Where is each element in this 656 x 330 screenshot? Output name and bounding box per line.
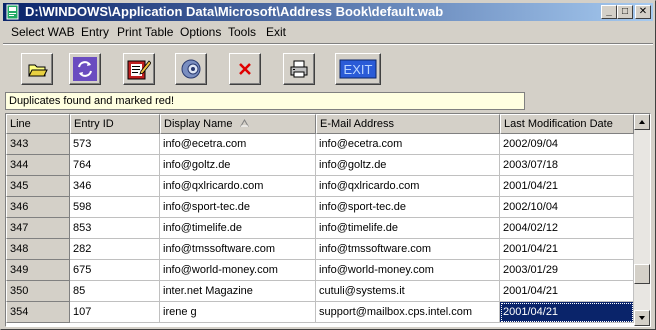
cell-entry-id[interactable]: 853: [70, 218, 160, 239]
cell-entry-id[interactable]: 107: [70, 302, 160, 323]
toolbar-separator: [3, 43, 653, 45]
cell-email[interactable]: info@timelife.de: [316, 218, 500, 239]
cell-line[interactable]: 347: [6, 218, 70, 239]
title-bar[interactable]: D:\WINDOWS\Application Data\Microsoft\Ad…: [3, 3, 653, 21]
delete-icon: [239, 63, 251, 75]
cell-display-name[interactable]: info@tmssoftware.com: [160, 239, 316, 260]
cell-email[interactable]: cutuli@systems.it: [316, 281, 500, 302]
close-button[interactable]: ✕: [635, 5, 651, 19]
cell-display-name[interactable]: inter.net Magazine: [160, 281, 316, 302]
cell-entry-id[interactable]: 573: [70, 134, 160, 155]
cell-last-modified[interactable]: 2001/04/21: [500, 302, 634, 323]
vertical-scrollbar[interactable]: [634, 114, 650, 326]
cell-line[interactable]: 349: [6, 260, 70, 281]
cell-line[interactable]: 354: [6, 302, 70, 323]
menu-tools[interactable]: Tools: [228, 25, 256, 40]
cell-email[interactable]: support@mailbox.cps.intel.com: [316, 302, 500, 323]
cell-email[interactable]: info@sport-tec.de: [316, 197, 500, 218]
exit-button-label: EXIT: [344, 62, 373, 77]
cell-display-name[interactable]: info@world-money.com: [160, 260, 316, 281]
cell-last-modified[interactable]: 2001/04/21: [500, 176, 634, 197]
column-header-email[interactable]: E-Mail Address: [316, 114, 500, 134]
cell-last-modified[interactable]: 2004/02/12: [500, 218, 634, 239]
cell-display-name[interactable]: info@timelife.de: [160, 218, 316, 239]
cell-last-modified[interactable]: 2003/01/29: [500, 260, 634, 281]
open-folder-icon: [28, 64, 48, 77]
scroll-up-button[interactable]: [634, 114, 650, 130]
cell-email[interactable]: info@world-money.com: [316, 260, 500, 281]
minimize-button[interactable]: _: [601, 5, 617, 19]
address-book-icon: [6, 4, 19, 20]
cell-last-modified[interactable]: 2003/07/18: [500, 155, 634, 176]
display-name-header-label: Display Name: [164, 118, 233, 130]
menu-print-table[interactable]: Print Table: [117, 25, 173, 40]
cell-entry-id[interactable]: 282: [70, 239, 160, 260]
menu-options[interactable]: Options: [180, 25, 221, 40]
cell-line[interactable]: 346: [6, 197, 70, 218]
search-icon: [181, 59, 201, 79]
cell-display-name[interactable]: info@ecetra.com: [160, 134, 316, 155]
scroll-thumb[interactable]: [634, 264, 650, 284]
arrow-up-icon: [639, 120, 645, 124]
main-window: D:\WINDOWS\Application Data\Microsoft\Ad…: [0, 0, 656, 330]
cell-display-name[interactable]: irene g: [160, 302, 316, 323]
arrow-down-icon: [639, 316, 645, 320]
address-table[interactable]: Line Entry ID Display Name E-Mail Addres…: [5, 113, 651, 327]
cell-display-name[interactable]: info@qxlricardo.com: [160, 176, 316, 197]
exit-button[interactable]: EXIT: [335, 53, 381, 85]
menu-exit[interactable]: Exit: [266, 25, 286, 40]
window-title: D:\WINDOWS\Application Data\Microsoft\Ad…: [25, 4, 444, 19]
cell-last-modified[interactable]: 2001/04/21: [500, 281, 634, 302]
column-header-last-modified[interactable]: Last Modification Date: [500, 114, 634, 134]
edit-card-icon: [127, 60, 151, 80]
refresh-button[interactable]: [69, 53, 101, 85]
cell-display-name[interactable]: info@sport-tec.de: [160, 197, 316, 218]
cell-last-modified[interactable]: 2002/09/04: [500, 134, 634, 155]
cell-email[interactable]: info@tmssoftware.com: [316, 239, 500, 260]
print-button[interactable]: [283, 53, 315, 85]
cell-display-name[interactable]: info@goltz.de: [160, 155, 316, 176]
column-header-entry-id[interactable]: Entry ID: [70, 114, 160, 134]
maximize-button[interactable]: □: [617, 5, 633, 19]
cell-line[interactable]: 345: [6, 176, 70, 197]
cell-entry-id[interactable]: 598: [70, 197, 160, 218]
cell-line[interactable]: 350: [6, 281, 70, 302]
exit-icon: EXIT: [339, 59, 377, 79]
cell-line[interactable]: 344: [6, 155, 70, 176]
cell-entry-id[interactable]: 346: [70, 176, 160, 197]
cell-entry-id[interactable]: 85: [70, 281, 160, 302]
column-header-line[interactable]: Line: [6, 114, 70, 134]
cell-last-modified[interactable]: 2001/04/21: [500, 239, 634, 260]
print-icon: [290, 60, 308, 78]
scroll-down-button[interactable]: [634, 310, 650, 326]
edit-entry-button[interactable]: [123, 53, 155, 85]
open-button[interactable]: [21, 53, 53, 85]
cell-entry-id[interactable]: 764: [70, 155, 160, 176]
menu-bar: Select WAB Entry Print Table Options Too…: [3, 23, 653, 42]
cell-email[interactable]: info@qxlricardo.com: [316, 176, 500, 197]
cell-line[interactable]: 348: [6, 239, 70, 260]
sort-ascending-icon: [239, 119, 249, 127]
menu-entry[interactable]: Entry: [81, 25, 109, 40]
cell-line[interactable]: 343: [6, 134, 70, 155]
cell-last-modified[interactable]: 2002/10/04: [500, 197, 634, 218]
refresh-icon: [73, 57, 97, 81]
status-message: Duplicates found and marked red!: [5, 92, 525, 110]
search-button[interactable]: [175, 53, 207, 85]
column-header-display-name[interactable]: Display Name: [160, 114, 316, 134]
cell-email[interactable]: info@goltz.de: [316, 155, 500, 176]
cell-email[interactable]: info@ecetra.com: [316, 134, 500, 155]
cell-entry-id[interactable]: 675: [70, 260, 160, 281]
menu-select-wab[interactable]: Select WAB: [11, 25, 75, 40]
delete-button[interactable]: [229, 53, 261, 85]
